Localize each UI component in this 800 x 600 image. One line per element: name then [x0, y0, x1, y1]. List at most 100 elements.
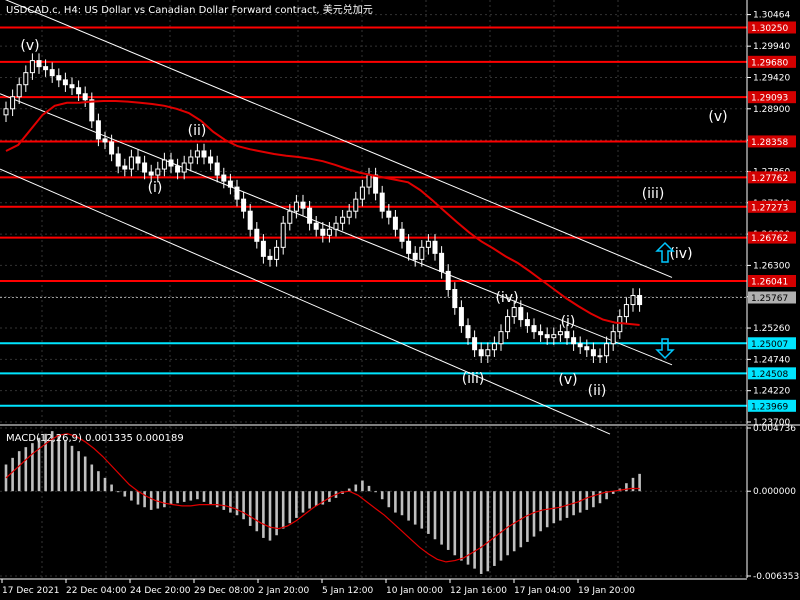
candle-body: [359, 186, 365, 200]
candle-body: [379, 192, 385, 212]
time-tick-label: 12 Jan 16:00: [450, 586, 507, 596]
candle-body: [485, 349, 491, 357]
macd-histogram-bar: [149, 491, 153, 510]
candle-body: [577, 343, 583, 348]
macd-histogram-bar: [143, 491, 146, 508]
wave-label: (iv): [495, 290, 518, 306]
chart-title: USDCAD.c, H4: US Dollar vs Canadian Doll…: [6, 3, 373, 16]
price-level-tag-label: 1.26762: [751, 234, 788, 244]
macd-histogram-bar: [116, 491, 120, 493]
candle-body: [122, 165, 128, 170]
price-tick-label: 1.25260: [753, 324, 790, 334]
macd-histogram-bar: [83, 456, 87, 492]
macd-histogram-bar: [196, 491, 199, 500]
candle-body: [472, 337, 478, 351]
candle-body: [432, 240, 438, 254]
chart-canvas: (v) (i) (ii) (iii) (iv) (v) (i) (ii) (iii) (iv) (v…: [0, 0, 800, 600]
price-level-tag-label: 1.27273: [751, 203, 788, 213]
macd-histogram-bar: [552, 491, 556, 524]
macd-histogram-bar: [479, 491, 483, 574]
macd-histogram-bar: [202, 491, 206, 502]
macd-histogram-bar: [248, 491, 252, 526]
candle-body: [194, 150, 200, 158]
candle-body: [109, 141, 115, 155]
macd-histogram-bar: [493, 491, 496, 566]
candle-body: [254, 228, 260, 242]
macd-histogram-bar: [281, 491, 285, 529]
candle-body: [188, 156, 194, 164]
candle-body: [148, 171, 154, 176]
macd-histogram-bar: [90, 464, 94, 492]
time-tick-label: 5 Jan 12:00: [322, 586, 374, 596]
macd-histogram-bar: [182, 491, 186, 502]
candle-body: [175, 165, 181, 173]
candle-body: [340, 216, 346, 224]
price-level-tag-label: 1.25007: [751, 340, 788, 350]
macd-histogram-bar: [37, 437, 41, 492]
price-tick-label: 1.26300: [753, 261, 790, 271]
candle-body: [637, 295, 643, 306]
price-level-tag-label: 1.29093: [751, 94, 788, 104]
candle-body: [392, 216, 398, 230]
candle-body: [313, 222, 319, 230]
candle-body: [571, 337, 577, 345]
candle-body: [300, 201, 306, 209]
macd-histogram-bar: [460, 491, 463, 561]
macd-tick-label: 0.004736: [753, 424, 796, 434]
macd-histogram-bar: [301, 491, 305, 513]
candle-body: [326, 228, 332, 236]
macd-histogram-bar: [288, 491, 292, 524]
wave-label: (ii): [188, 123, 207, 139]
candle-body: [366, 174, 372, 188]
macd-histogram-bar: [427, 491, 430, 534]
candle-body: [208, 156, 214, 164]
time-tick-label: 24 Dec 20:00: [130, 586, 191, 596]
price-tick-label: 1.30464: [753, 11, 790, 21]
candle-body: [155, 168, 161, 176]
macd-histogram-bar: [229, 491, 232, 513]
candle-body: [610, 331, 616, 345]
candle-body: [630, 295, 636, 306]
candle-body: [82, 93, 88, 101]
candle-body: [439, 252, 445, 272]
wave-label: (i): [148, 180, 163, 196]
candle-body: [307, 207, 313, 224]
candle-body: [425, 240, 431, 248]
macd-histogram-bar: [625, 483, 628, 492]
macd-histogram-bar: [156, 491, 160, 509]
macd-histogram-bar: [400, 491, 404, 516]
time-tick-label: 17 Dec 2021: [2, 586, 60, 596]
candle-body: [597, 355, 603, 358]
macd-tick-label: 0.000000: [753, 487, 796, 497]
macd-histogram-bar: [361, 480, 364, 492]
macd-histogram-bar: [592, 491, 595, 508]
candle-body: [458, 307, 464, 327]
candle-body: [267, 255, 273, 260]
macd-histogram-bar: [354, 484, 358, 492]
macd-histogram-bar: [235, 491, 239, 516]
macd-histogram-bar: [559, 491, 562, 521]
candle-body: [524, 319, 530, 327]
wave-label: (v): [20, 38, 39, 54]
macd-histogram-bar: [585, 491, 589, 510]
macd-histogram-bar: [367, 485, 371, 492]
price-level-tag-label: 1.27762: [751, 174, 788, 184]
macd-histogram-bar: [433, 491, 437, 540]
macd-histogram-bar: [413, 491, 417, 525]
wave-label: (iii): [462, 371, 485, 387]
wave-label: (iii): [642, 186, 665, 202]
chart-background: [0, 0, 800, 600]
macd-tick-label: -0.006353: [753, 572, 799, 582]
macd-histogram-bar: [387, 491, 391, 508]
macd-histogram-bar: [17, 451, 21, 492]
price-level-tag-label: 1.24508: [751, 370, 788, 380]
price-level-tag-label: 1.29680: [751, 58, 788, 68]
candle-body: [260, 240, 266, 257]
macd-histogram-bar: [407, 491, 410, 521]
candle-body: [49, 69, 55, 77]
macd-histogram-bar: [466, 491, 470, 565]
candle-body: [531, 325, 537, 333]
wave-label: (v): [558, 372, 577, 388]
price-tick-label: 1.24740: [753, 355, 790, 365]
macd-histogram-bar: [24, 447, 28, 492]
